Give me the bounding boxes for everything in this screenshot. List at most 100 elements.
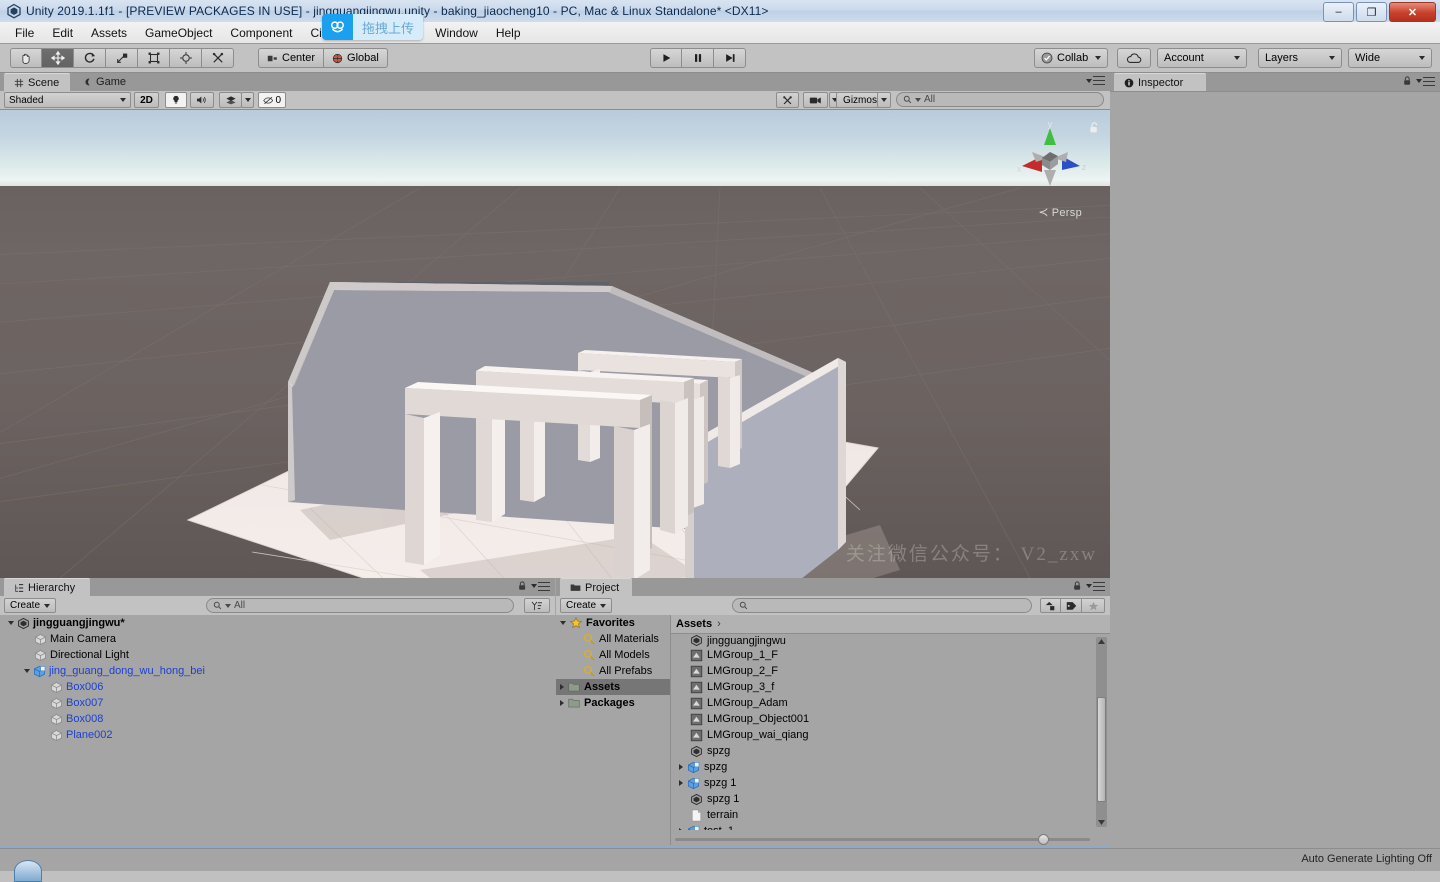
scene-lighting-toggle[interactable] [165,92,187,108]
project-tree-item[interactable]: Favorites [556,615,670,631]
tab-hierarchy[interactable]: Hierarchy [4,578,90,596]
project-asset-list[interactable]: jingguangjingwuLMGroup_1_FLMGroup_2_FLMG… [671,635,1096,830]
project-asset-item[interactable]: LMGroup_Adam [671,695,1096,711]
project-asset-item[interactable]: test_1 [671,823,1096,830]
scene-audio-toggle[interactable] [190,92,214,108]
scene-fx-dropdown[interactable] [241,92,254,108]
hand-tool-button[interactable] [10,48,42,68]
project-tree-item[interactable]: All Prefabs [556,663,670,679]
drag-upload-widget[interactable]: 拖拽上传 [322,14,423,40]
rotate-tool-button[interactable] [74,48,106,68]
project-asset-item[interactable]: terrain [671,807,1096,823]
hierarchy-item[interactable]: Main Camera [0,631,555,647]
scene-fx-toggle[interactable] [219,92,242,108]
hierarchy-panel-menu[interactable] [518,581,550,591]
expand-triangle-right-icon[interactable] [560,700,564,706]
project-tree-item[interactable]: All Materials [556,631,670,647]
project-panel-menu[interactable] [1073,581,1105,591]
tab-project[interactable]: Project [560,578,632,596]
expand-triangle-right-icon[interactable] [679,764,683,770]
draw-mode-dropdown[interactable]: Shaded [4,92,131,108]
project-favorites-button[interactable] [1082,598,1105,613]
project-asset-item[interactable]: spzg 1 [671,775,1096,791]
scene-viewport[interactable]: y z x [0,110,1110,578]
project-breadcrumb[interactable]: Assets › [671,615,1110,634]
scene-camera-button[interactable] [803,92,828,108]
project-search-input[interactable] [732,598,1032,613]
hierarchy-sort-button[interactable] [524,598,550,613]
project-tree-item[interactable]: Packages [556,695,670,711]
pause-button[interactable] [682,48,714,68]
project-vertical-scrollbar[interactable] [1096,637,1107,827]
project-hscroll-knob[interactable] [1038,834,1049,845]
account-button[interactable]: Account [1157,48,1247,68]
hierarchy-item[interactable]: jingguangjingwu* [0,615,555,631]
scene-search-input[interactable]: All [896,92,1104,107]
expand-triangle-down-icon[interactable] [560,621,566,625]
project-asset-item[interactable]: LMGroup_3_f [671,679,1096,695]
space-mode-button[interactable]: Global [324,48,388,68]
projection-mode-label[interactable]: ≺Persp [1038,205,1082,219]
custom-tool-button[interactable] [202,48,234,68]
layout-button[interactable]: Wide [1348,48,1432,68]
hierarchy-tree[interactable]: jingguangjingwu*Main CameraDirectional L… [0,615,555,848]
hierarchy-item[interactable]: Box007 [0,695,555,711]
rect-transform-tool-button[interactable] [138,48,170,68]
hierarchy-item[interactable]: jing_guang_dong_wu_hong_bei [0,663,555,679]
menu-assets[interactable]: Assets [82,24,136,42]
close-button[interactable]: ✕ [1389,2,1436,22]
menu-help[interactable]: Help [487,24,530,42]
gizmos-dropdown[interactable] [877,92,891,108]
taskbar-orb[interactable] [14,860,42,882]
filter-by-type-button[interactable] [1040,598,1061,613]
expand-triangle-right-icon[interactable] [560,684,564,690]
toggle-2d-button[interactable]: 2D [134,92,159,108]
project-asset-item[interactable]: LMGroup_2_F [671,663,1096,679]
project-scroll-thumb[interactable] [1097,697,1106,802]
tab-inspector[interactable]: Inspector [1114,73,1206,91]
filter-by-label-button[interactable] [1061,598,1082,613]
expand-triangle-down-icon[interactable] [24,669,30,673]
project-asset-item[interactable]: jingguangjingwu [671,635,1096,647]
hierarchy-item[interactable]: Directional Light [0,647,555,663]
hierarchy-search-input[interactable]: All [206,598,514,613]
menu-edit[interactable]: Edit [43,24,82,42]
layers-button[interactable]: Layers [1258,48,1342,68]
minimize-button[interactable]: – [1323,2,1354,22]
project-asset-item[interactable]: spzg [671,759,1096,775]
project-asset-item[interactable]: LMGroup_wai_qiang [671,727,1096,743]
menu-file[interactable]: File [6,24,43,42]
expand-triangle-down-icon[interactable] [8,621,14,625]
menu-window[interactable]: Window [426,24,487,42]
transform-tool-button[interactable] [170,48,202,68]
tab-scene[interactable]: Scene [4,73,70,91]
scene-tools-button[interactable] [776,92,799,108]
scene-panel-menu[interactable] [1086,76,1105,85]
move-tool-button[interactable] [42,48,74,68]
project-tree-pane[interactable]: FavoritesAll MaterialsAll ModelsAll Pref… [556,615,671,848]
project-horizontal-scrollbar[interactable] [671,833,1096,845]
breadcrumb-assets[interactable]: Assets [676,618,712,630]
hierarchy-item[interactable]: Box006 [0,679,555,695]
project-create-button[interactable]: Create [560,598,612,613]
expand-triangle-right-icon[interactable] [679,780,683,786]
hierarchy-create-button[interactable]: Create [4,598,56,613]
project-tree-item[interactable]: Assets [556,679,670,695]
scene-gizmo-lock-icon[interactable] [1089,122,1100,134]
hierarchy-item[interactable]: Box008 [0,711,555,727]
play-button[interactable] [650,48,682,68]
project-tree-item[interactable]: All Models [556,647,670,663]
step-button[interactable] [714,48,746,68]
maximize-button[interactable]: ❐ [1356,2,1387,22]
project-asset-item[interactable]: LMGroup_1_F [671,647,1096,663]
scale-tool-button[interactable] [106,48,138,68]
expand-triangle-right-icon[interactable] [679,828,683,830]
scene-hidden-objects[interactable]: 0 [258,92,286,108]
tab-game[interactable]: Game [74,73,136,91]
scene-view-gizmo[interactable]: y z x [1010,118,1090,198]
menu-gameobject[interactable]: GameObject [136,24,221,42]
collab-button[interactable]: Collab [1034,48,1108,68]
menu-component[interactable]: Component [221,24,301,42]
project-asset-item[interactable]: spzg 1 [671,791,1096,807]
cloud-button[interactable] [1117,48,1151,68]
